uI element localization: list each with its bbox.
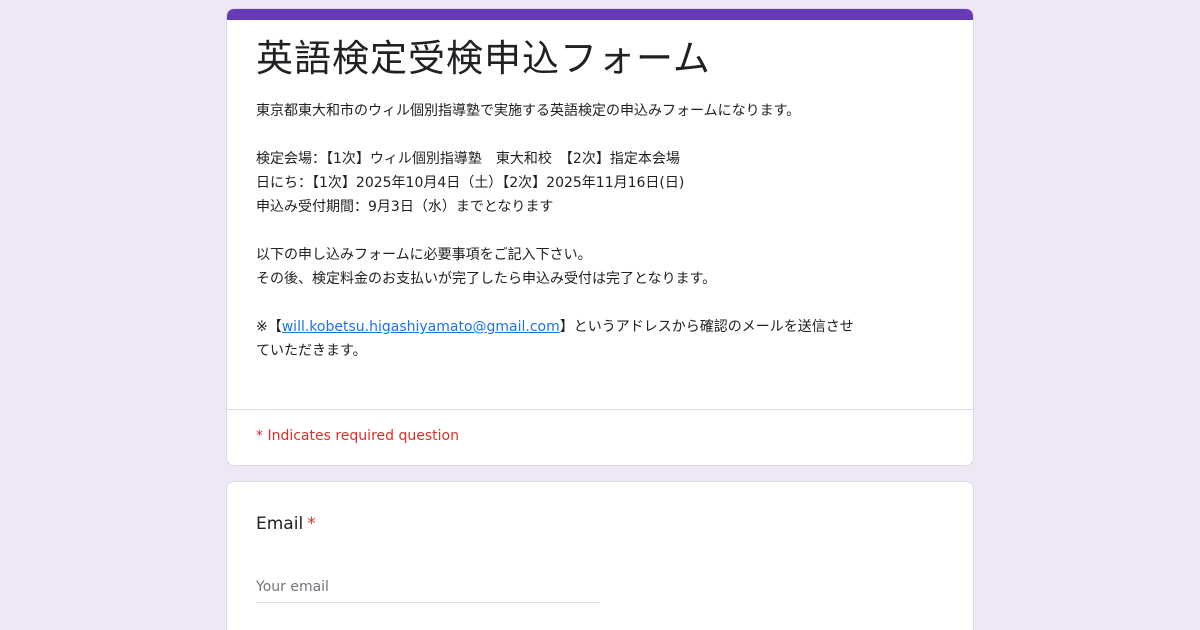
description-spacer [256, 219, 946, 243]
email-note-suffix: 】というアドレスから確認のメールを送信させ [559, 319, 854, 335]
form-description: 東京都東大和市のウィル個別指導塾で実施する英語検定の申込みフォームになります。 … [256, 99, 946, 363]
description-line: 検定会場：【1次】ウィル個別指導塾 東大和校 【2次】指定本会場 [256, 151, 680, 167]
contact-email-link[interactable]: will.kobetsu.higashiyamato@gmail.com [282, 319, 560, 335]
description-line: その後、検定料金のお支払いが完了したら申込み受付は完了となります。 [256, 271, 717, 287]
email-question-card: Email * [226, 481, 974, 630]
email-question-title: Email * [256, 512, 316, 536]
email-note-line: ※【will.kobetsu.higashiyamato@gmail.com】と… [256, 315, 946, 339]
description-line: 以下の申し込みフォームに必要事項をご記入下さい。 [256, 247, 592, 263]
description-spacer [256, 123, 946, 147]
description-line: 申込み受付期間：9月3日（水）までとなります [256, 199, 554, 215]
header-divider [227, 409, 973, 410]
description-line: 東京都東大和市のウィル個別指導塾で実施する英語検定の申込みフォームになります。 [256, 103, 801, 119]
email-note-prefix: ※【 [256, 319, 282, 335]
form-page: 英語検定受検申込フォーム 東京都東大和市のウィル個別指導塾で実施する英語検定の申… [0, 0, 1200, 630]
required-asterisk: * [307, 514, 316, 534]
description-line: 日にち：【1次】2025年10月4日（土）【2次】2025年11月16日(日) [256, 175, 685, 191]
description-spacer [256, 291, 946, 315]
form-title: 英語検定受検申込フォーム [256, 37, 711, 80]
email-input[interactable] [256, 572, 600, 603]
theme-accent-bar [227, 9, 973, 20]
email-note-line: ていただきます。 [256, 343, 367, 359]
form-header-card: 英語検定受検申込フォーム 東京都東大和市のウィル個別指導塾で実施する英語検定の申… [226, 8, 974, 466]
email-question-label: Email [256, 514, 304, 534]
required-question-note: * Indicates required question [256, 428, 459, 444]
